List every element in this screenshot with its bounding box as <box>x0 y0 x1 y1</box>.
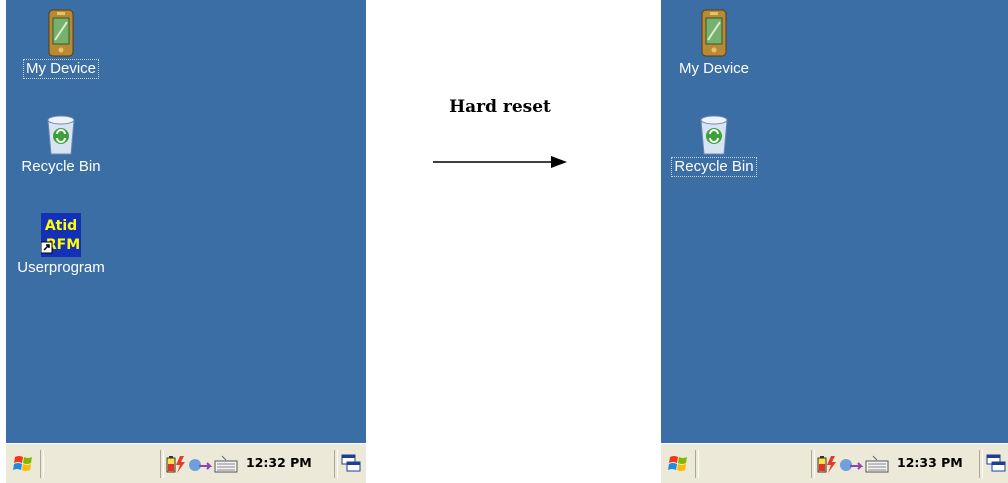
taskbar-separator <box>40 450 44 478</box>
desktop-icon-recycle-bin[interactable]: Recycle Bin <box>6 112 116 176</box>
windows-start-icon[interactable] <box>667 454 691 474</box>
hard-reset-caption: Hard reset <box>449 97 551 117</box>
battery-icon <box>817 456 827 473</box>
tray-separator <box>811 450 815 478</box>
power-bolt-icon <box>176 456 185 473</box>
keyboard-icon <box>214 455 238 473</box>
taskbar-clock[interactable]: 12:33 PM <box>897 455 963 470</box>
taskbar-clock[interactable]: 12:32 PM <box>246 455 312 470</box>
icon-label: Recycle Bin <box>21 158 101 175</box>
right-arrow-icon <box>433 156 567 168</box>
icon-label: My Device <box>22 59 100 79</box>
taskbar: 12:33 PM <box>661 443 1008 483</box>
icon-label: My Device <box>678 60 749 77</box>
tray-separator <box>334 450 338 478</box>
recycle-bin-icon <box>700 115 728 155</box>
icon-label: Recycle Bin <box>671 157 757 177</box>
desktop-icon-userprogram[interactable]: Atid RFM Userprogram <box>6 213 116 277</box>
desktop-icon-recycle-bin[interactable]: Recycle Bin <box>659 112 769 177</box>
show-desktop-icon[interactable] <box>340 452 362 474</box>
icon-label: Userprogram <box>17 259 105 276</box>
recycle-bin-icon <box>47 115 75 155</box>
desktop-icon-my-device[interactable]: My Device <box>659 8 769 78</box>
show-desktop-icon[interactable] <box>985 452 1007 474</box>
icon-text-atid: Atid <box>45 218 77 234</box>
windows-start-icon[interactable] <box>12 454 36 474</box>
network-icon <box>840 459 864 471</box>
power-bolt-icon <box>827 456 836 473</box>
taskbar-separator <box>695 450 699 478</box>
desktop: My Device Recycle Bin Atid RFM Userprogr… <box>6 0 366 443</box>
screen-after: My Device Recycle Bin 12:33 PM <box>661 0 1008 483</box>
keyboard-icon <box>865 455 889 473</box>
network-icon <box>189 459 213 471</box>
battery-icon <box>166 456 176 473</box>
screen-before: My Device Recycle Bin Atid RFM Userprogr… <box>6 0 366 483</box>
desktop: My Device Recycle Bin <box>661 0 1008 443</box>
tray-separator <box>160 450 164 478</box>
pda-icon <box>701 9 727 57</box>
tray-separator <box>979 450 983 478</box>
desktop-icon-my-device[interactable]: My Device <box>6 8 116 79</box>
pda-icon <box>48 9 74 57</box>
atid-rfm-shortcut-icon: Atid RFM <box>41 213 81 257</box>
taskbar: 12:32 PM <box>6 443 366 483</box>
tray-icons <box>166 455 238 473</box>
tray-icons <box>817 455 889 473</box>
